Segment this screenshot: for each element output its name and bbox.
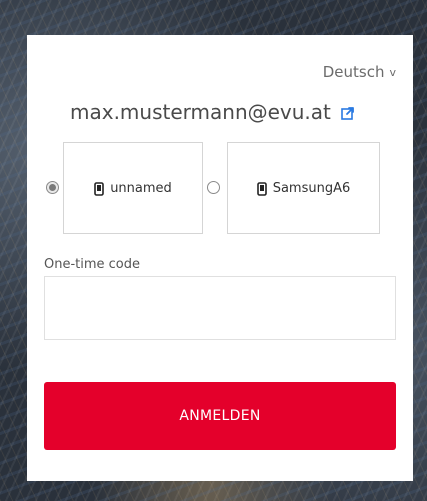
user-email: max.mustermann@evu.at <box>70 100 331 124</box>
device-label: SamsungA6 <box>272 180 351 196</box>
phone-icon <box>94 181 104 196</box>
device-radio-unnamed[interactable] <box>46 181 59 194</box>
phone-icon <box>256 181 267 196</box>
language-label: Deutsch <box>322 63 385 81</box>
device-option-unnamed[interactable]: unnamed <box>63 142 203 234</box>
otp-label: One-time code <box>44 257 141 272</box>
device-radio-samsunga6[interactable] <box>207 181 220 194</box>
device-selector: unnamed SamsungA6 <box>44 142 396 234</box>
submit-button[interactable]: ANMELDEN <box>44 382 396 450</box>
otp-input[interactable] <box>44 276 396 340</box>
login-card: Deutsch v max.mustermann@evu.at unnamed <box>27 35 413 481</box>
language-selector[interactable]: Deutsch v <box>323 63 396 81</box>
external-link-icon[interactable] <box>341 105 355 120</box>
device-option-samsunga6[interactable]: SamsungA6 <box>227 142 380 234</box>
chevron-down-icon: v <box>389 65 396 79</box>
user-identity: max.mustermann@evu.at <box>70 100 355 124</box>
device-label: unnamed <box>110 180 172 196</box>
